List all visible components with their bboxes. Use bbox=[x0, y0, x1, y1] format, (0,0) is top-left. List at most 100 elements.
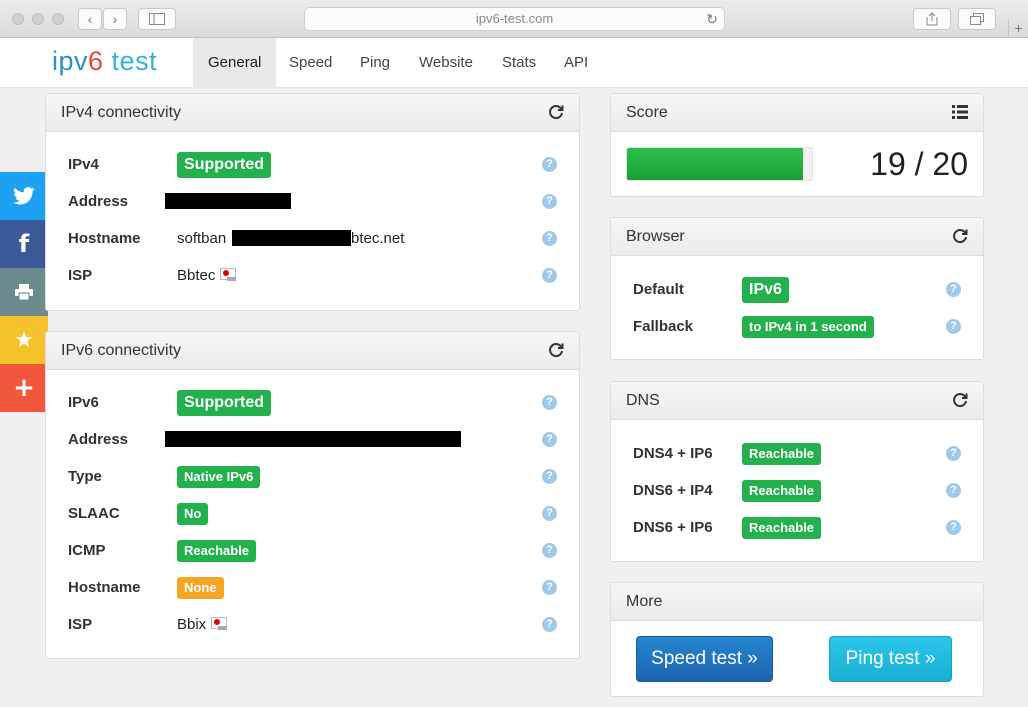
address-bar[interactable]: ipv6-test.com ↻ bbox=[304, 7, 725, 31]
ipv6-slaac-label: SLAAC bbox=[68, 505, 120, 522]
help-icon[interactable]: ? bbox=[946, 483, 961, 498]
ipv6-hostname-badge: None bbox=[177, 577, 224, 599]
ipv6-isp-label: ISP bbox=[68, 616, 93, 633]
browser-panel-title: Browser bbox=[626, 228, 685, 245]
browser-panel-header: Browser bbox=[611, 218, 983, 256]
speed-test-button[interactable]: Speed test » bbox=[636, 636, 773, 682]
forward-button[interactable]: › bbox=[103, 8, 127, 30]
score-panel: Score 19 / 20 bbox=[610, 93, 984, 197]
score-progress-fill bbox=[627, 148, 803, 180]
refresh-icon[interactable] bbox=[951, 391, 969, 409]
share-more-button[interactable]: + bbox=[0, 364, 48, 412]
ipv4-panel-header: IPv4 connectivity bbox=[46, 94, 579, 132]
redacted-ipv6-address bbox=[165, 431, 461, 447]
help-icon[interactable]: ? bbox=[542, 580, 557, 595]
ipv4-address-row: Address ? bbox=[46, 188, 579, 216]
help-icon[interactable]: ? bbox=[542, 506, 557, 521]
back-button[interactable]: ‹ bbox=[78, 8, 102, 30]
help-icon[interactable]: ? bbox=[946, 319, 961, 334]
ipv4-panel-title: IPv4 connectivity bbox=[61, 104, 182, 121]
help-icon[interactable]: ? bbox=[542, 432, 557, 447]
reload-icon[interactable]: ↻ bbox=[706, 8, 718, 30]
facebook-button[interactable]: f bbox=[0, 220, 48, 268]
chevron-left-icon: ‹ bbox=[87, 11, 93, 27]
tabs-icon bbox=[970, 13, 984, 25]
more-panel-title: More bbox=[626, 593, 663, 610]
nav-tab-api[interactable]: API bbox=[549, 38, 603, 88]
redacted-hostname bbox=[232, 230, 351, 246]
refresh-icon[interactable] bbox=[951, 227, 969, 245]
browser-panel: Browser Default IPv6 ? Fallback to IPv4 … bbox=[610, 217, 984, 360]
ipv6-slaac-badge: No bbox=[177, 503, 209, 525]
ipv6-icmp-row: ICMP Reachable ? bbox=[46, 537, 579, 565]
favorite-button[interactable]: ★ bbox=[0, 316, 48, 364]
nav-tab-ping[interactable]: Ping bbox=[345, 38, 405, 88]
nav-tab-website[interactable]: Website bbox=[404, 38, 488, 88]
help-icon[interactable]: ? bbox=[542, 469, 557, 484]
twitter-button[interactable] bbox=[0, 172, 48, 220]
window-zoom-button[interactable] bbox=[52, 13, 64, 25]
sidebar-toggle-button[interactable] bbox=[138, 8, 176, 30]
ipv6-address-row: Address ? bbox=[46, 426, 579, 454]
print-button[interactable] bbox=[0, 268, 48, 316]
plus-icon: + bbox=[1014, 20, 1023, 36]
share-button[interactable] bbox=[913, 8, 951, 30]
help-icon[interactable]: ? bbox=[946, 446, 961, 461]
ipv6-isp-value: Bbix bbox=[177, 616, 229, 633]
ipv4-hostname-row: Hostname softban btec.net ? bbox=[46, 225, 579, 253]
plus-icon: + bbox=[13, 373, 35, 403]
dns4-ip6-badge: Reachable bbox=[742, 443, 822, 465]
browser-fallback-label: Fallback bbox=[633, 318, 694, 335]
ipv6-type-label: Type bbox=[68, 468, 102, 485]
ipv6-panel-title: IPv6 connectivity bbox=[61, 342, 182, 359]
help-icon[interactable]: ? bbox=[542, 157, 557, 172]
nav-tab-speed[interactable]: Speed bbox=[274, 38, 347, 88]
dns4-ip6-row: DNS4 + IP6 Reachable ? bbox=[611, 440, 983, 468]
ipv6-row: IPv6 Supported ? bbox=[46, 389, 579, 417]
ipv6-hostname-row: Hostname None ? bbox=[46, 574, 579, 602]
ipv6-supported-badge: Supported bbox=[177, 390, 271, 416]
new-tab-button[interactable]: + bbox=[1008, 20, 1028, 38]
help-icon[interactable]: ? bbox=[542, 194, 557, 209]
site-logo[interactable]: ipv6 test bbox=[52, 46, 157, 77]
list-icon[interactable] bbox=[951, 103, 969, 121]
ipv4-panel: IPv4 connectivity IPv4 Supported ? Addre… bbox=[45, 93, 580, 311]
help-icon[interactable]: ? bbox=[542, 268, 557, 283]
ipv6-panel-header: IPv6 connectivity bbox=[46, 332, 579, 370]
nav-tab-general[interactable]: General bbox=[193, 38, 277, 88]
dns6-ip4-row: DNS6 + IP4 Reachable ? bbox=[611, 477, 983, 505]
ipv6-panel: IPv6 connectivity IPv6 Supported ? Addre… bbox=[45, 331, 580, 659]
window-close-button[interactable] bbox=[12, 13, 24, 25]
help-icon[interactable]: ? bbox=[542, 395, 557, 410]
ipv6-address-label: Address bbox=[68, 431, 129, 448]
ipv6-label: IPv6 bbox=[68, 394, 99, 411]
help-icon[interactable]: ? bbox=[542, 543, 557, 558]
dns-panel-title: DNS bbox=[626, 392, 660, 409]
window-minimize-button[interactable] bbox=[32, 13, 44, 25]
dns6-ip6-label: DNS6 + IP6 bbox=[633, 519, 713, 536]
japan-flag-icon bbox=[211, 617, 229, 631]
score-panel-title: Score bbox=[626, 104, 668, 121]
star-icon: ★ bbox=[14, 327, 34, 353]
help-icon[interactable]: ? bbox=[542, 617, 557, 632]
help-icon[interactable]: ? bbox=[542, 231, 557, 246]
ipv4-isp-value: Bbtec bbox=[177, 267, 238, 284]
ipv4-label: IPv4 bbox=[68, 156, 99, 173]
ipv4-hostname-prefix: softban bbox=[177, 230, 227, 247]
ipv4-isp-row: ISP Bbtec ? bbox=[46, 262, 579, 290]
help-icon[interactable]: ? bbox=[946, 520, 961, 535]
dns6-ip4-badge: Reachable bbox=[742, 480, 822, 502]
refresh-icon[interactable] bbox=[547, 341, 565, 359]
ping-test-button[interactable]: Ping test » bbox=[829, 636, 952, 682]
chevron-right-icon: › bbox=[112, 11, 118, 27]
dns4-ip6-label: DNS4 + IP6 bbox=[633, 445, 713, 462]
help-icon[interactable]: ? bbox=[946, 282, 961, 297]
more-panel-header: More bbox=[611, 583, 983, 621]
browser-default-row: Default IPv6 ? bbox=[611, 276, 983, 304]
score-value: 19 / 20 bbox=[870, 146, 968, 182]
tabs-overview-button[interactable] bbox=[958, 8, 996, 30]
ipv4-hostname-suffix: btec.net bbox=[351, 230, 405, 247]
ipv6-icmp-badge: Reachable bbox=[177, 540, 257, 562]
nav-tab-stats[interactable]: Stats bbox=[487, 38, 551, 88]
refresh-icon[interactable] bbox=[547, 103, 565, 121]
